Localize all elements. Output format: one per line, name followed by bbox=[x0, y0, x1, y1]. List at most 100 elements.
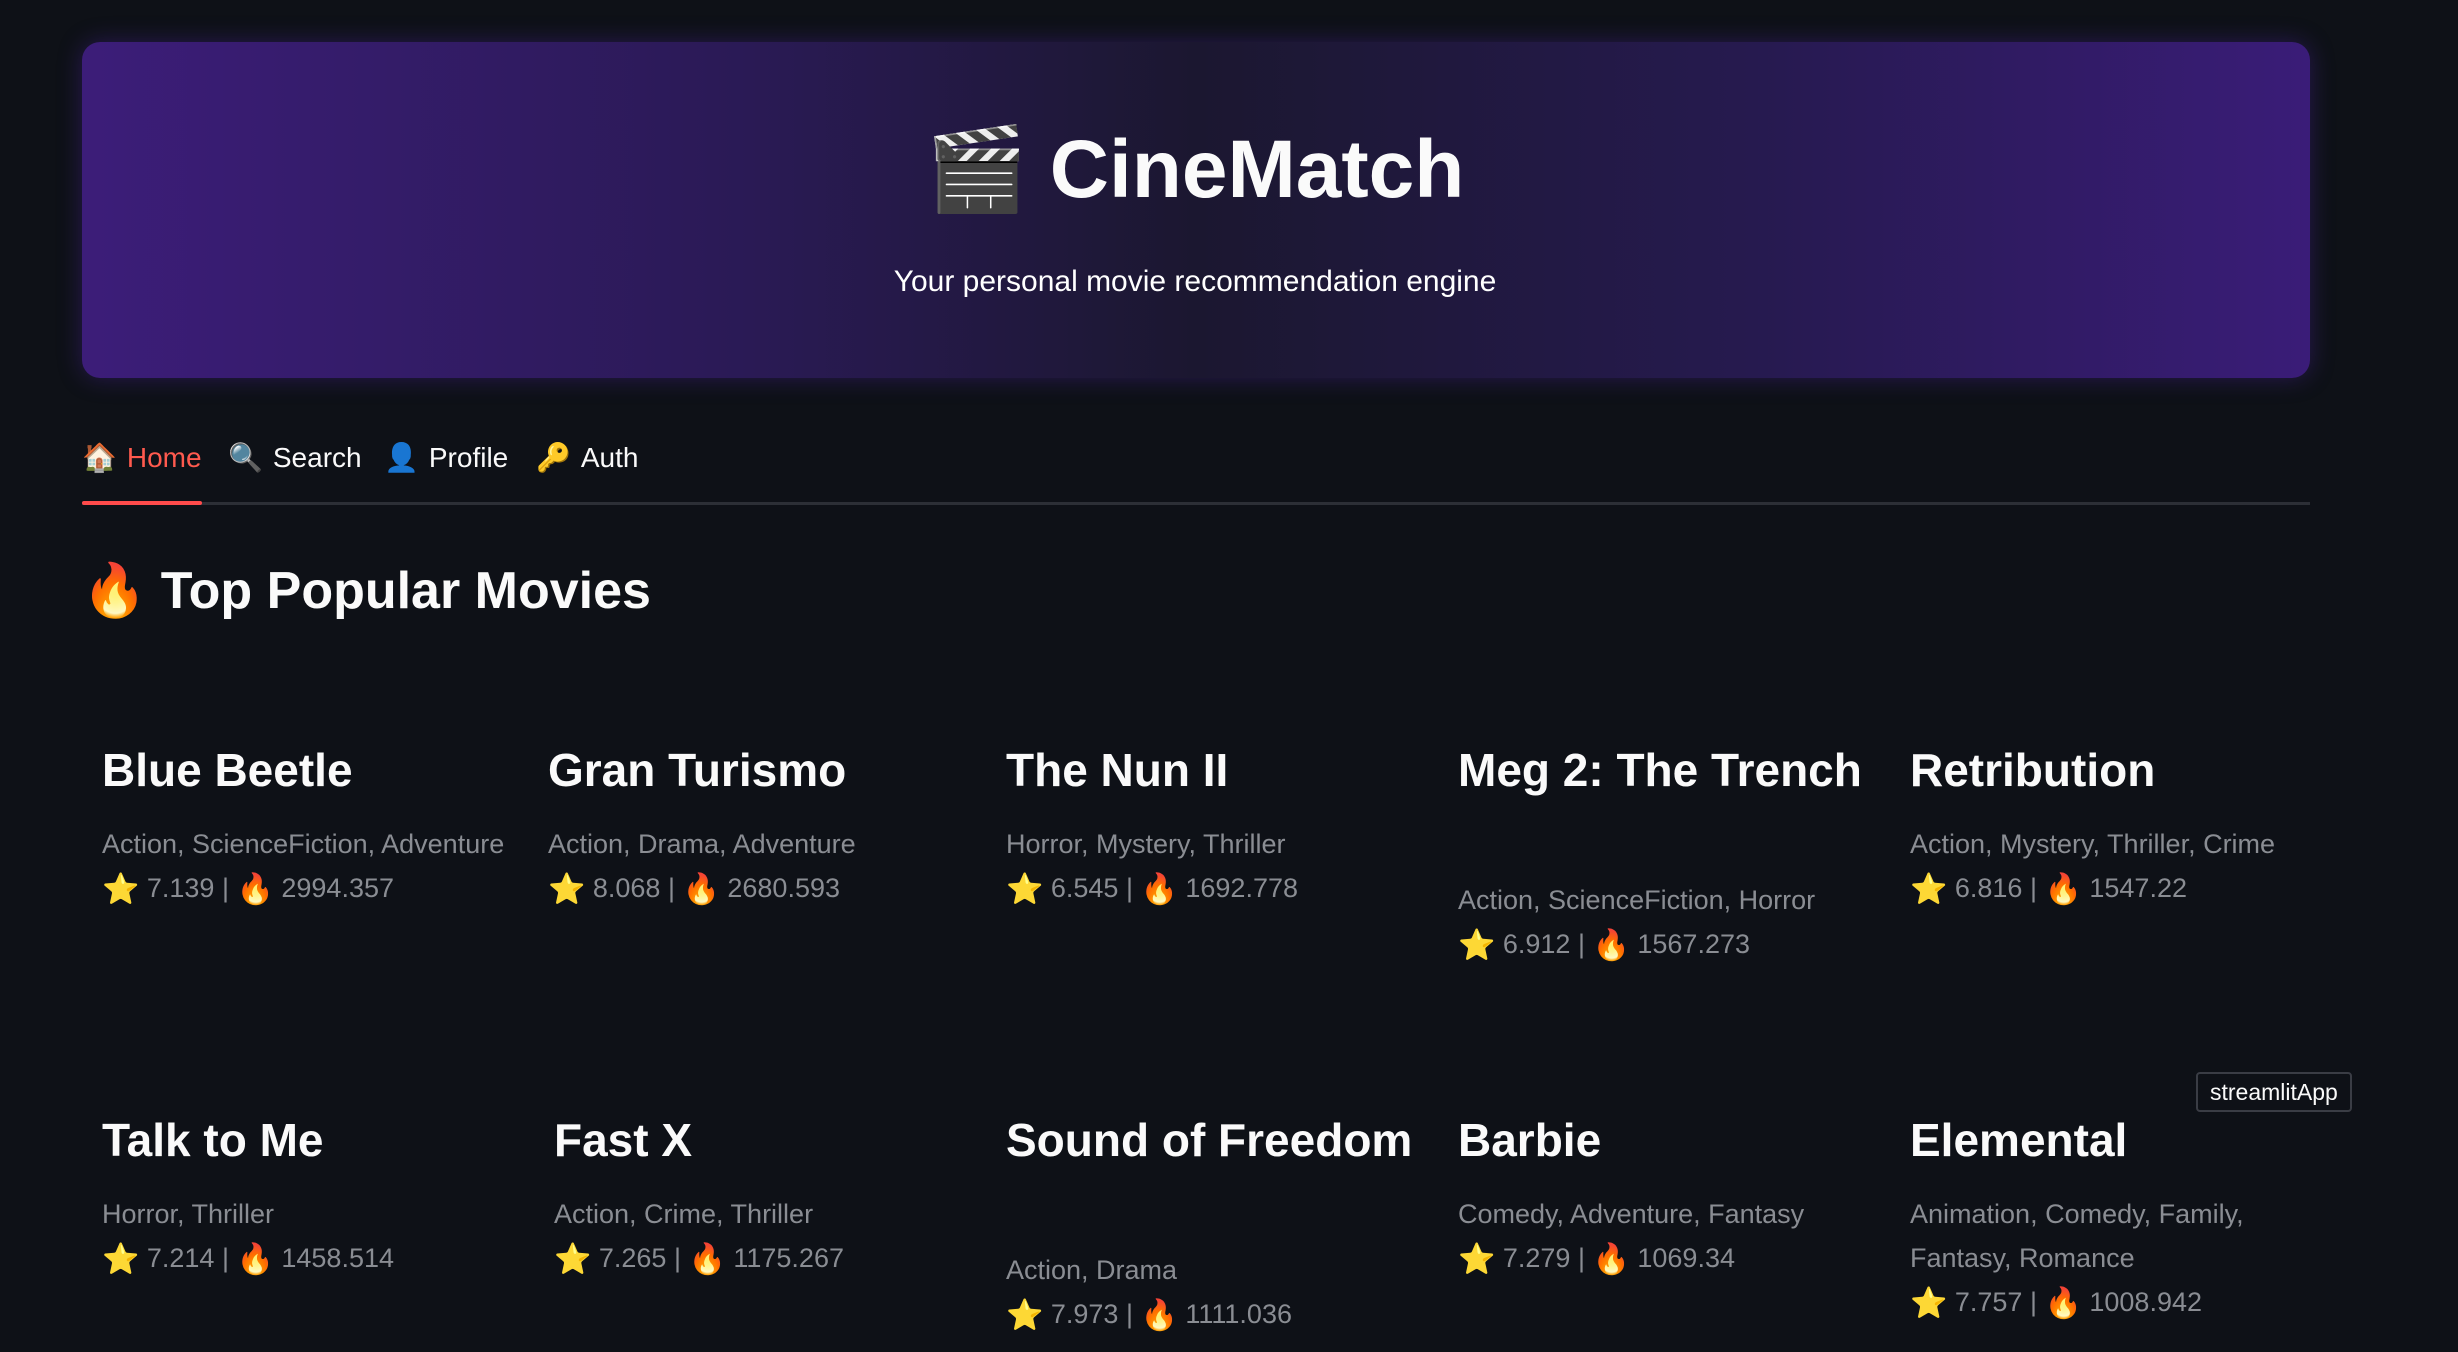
movie-info: Animation, Comedy, Family, Fantasy, Roma… bbox=[1910, 1192, 2330, 1326]
clapperboard-icon: 🎬 bbox=[925, 124, 1028, 215]
fire-icon: 🔥 bbox=[1140, 1299, 1178, 1332]
stat-separator: | bbox=[2029, 873, 2037, 903]
fire-icon: 🔥 bbox=[1592, 1243, 1630, 1276]
movie-popularity: 1175.267 bbox=[733, 1243, 844, 1273]
section-title-text: Top Popular Movies bbox=[160, 562, 651, 620]
streamlit-app-tooltip: streamlitApp bbox=[2196, 1072, 2352, 1112]
star-icon: ⭐ bbox=[102, 873, 140, 906]
movie-stats: ⭐ 7.214 | 🔥 1458.514 bbox=[102, 1236, 522, 1282]
user-icon: 👤 bbox=[384, 442, 419, 473]
fire-icon: 🔥 bbox=[2044, 873, 2082, 906]
fire-icon: 🔥 bbox=[1140, 873, 1178, 906]
stat-separator: | bbox=[221, 1243, 229, 1273]
movie-popularity: 1008.942 bbox=[2089, 1287, 2202, 1317]
movie-popularity: 1111.036 bbox=[1185, 1299, 1292, 1329]
movie-genres: Action, Drama bbox=[1006, 1255, 1178, 1285]
movie-card: Barbie Comedy, Adventure, Fantasy ⭐ 7.27… bbox=[1458, 1112, 1878, 1282]
movie-card: Gran Turismo Action, Drama, Adventure ⭐ … bbox=[548, 742, 968, 912]
movie-title: Meg 2: The Trench bbox=[1458, 744, 1862, 796]
movie-card: Retribution Action, Mystery, Thriller, C… bbox=[1910, 742, 2330, 912]
movie-card: Fast X Action, Crime, Thriller ⭐ 7.265 |… bbox=[554, 1112, 974, 1282]
movie-rating: 7.757 bbox=[1954, 1287, 2023, 1317]
movie-rating: 7.214 bbox=[146, 1243, 215, 1273]
movie-title: Gran Turismo bbox=[548, 744, 847, 796]
movie-popularity: 1567.273 bbox=[1637, 929, 1750, 959]
movie-genres: Action, Crime, Thriller bbox=[554, 1199, 814, 1229]
star-icon: ⭐ bbox=[1006, 1299, 1044, 1332]
fire-icon: 🔥 bbox=[1592, 929, 1630, 962]
movie-title: Elemental bbox=[1910, 1114, 2128, 1166]
movie-rating: 8.068 bbox=[592, 873, 661, 903]
stat-separator: | bbox=[1125, 873, 1133, 903]
movie-card: Talk to Me Horror, Thriller ⭐ 7.214 | 🔥 … bbox=[102, 1112, 522, 1282]
movie-info: Horror, Mystery, Thriller ⭐ 6.545 | 🔥 16… bbox=[1006, 822, 1426, 912]
tab-auth[interactable]: 🔑 Auth bbox=[536, 430, 638, 502]
movie-rating: 7.973 bbox=[1050, 1299, 1119, 1329]
movie-stats: ⭐ 7.973 | 🔥 1111.036 bbox=[1006, 1292, 1426, 1338]
movie-card: Elemental Animation, Comedy, Family, Fan… bbox=[1910, 1112, 2330, 1326]
stat-separator: | bbox=[673, 1243, 681, 1273]
movie-popularity: 1069.34 bbox=[1637, 1243, 1735, 1273]
movie-card: The Nun II Horror, Mystery, Thriller ⭐ 6… bbox=[1006, 742, 1426, 912]
app-title: 🎬 CineMatch bbox=[0, 120, 2390, 220]
star-icon: ⭐ bbox=[102, 1243, 140, 1276]
section-title: 🔥 Top Popular Movies bbox=[82, 556, 651, 626]
fire-icon: 🔥 bbox=[2044, 1287, 2082, 1320]
movie-popularity: 1692.778 bbox=[1185, 873, 1298, 903]
tab-profile[interactable]: 👤 Profile bbox=[384, 430, 508, 502]
movie-genres: Animation, Comedy, Family, Fantasy, Roma… bbox=[1910, 1199, 2244, 1273]
movie-stats: ⭐ 6.816 | 🔥 1547.22 bbox=[1910, 866, 2330, 912]
movie-info: Action, Drama ⭐ 7.973 | 🔥 1111.036 bbox=[1006, 1248, 1426, 1338]
fire-icon: 🔥 bbox=[236, 873, 274, 906]
magnifier-icon: 🔍 bbox=[228, 442, 263, 473]
movie-rating: 6.912 bbox=[1502, 929, 1571, 959]
movie-rating: 6.816 bbox=[1954, 873, 2023, 903]
movie-rating: 7.265 bbox=[598, 1243, 667, 1273]
star-icon: ⭐ bbox=[1006, 873, 1044, 906]
movie-info: Action, Crime, Thriller ⭐ 7.265 | 🔥 1175… bbox=[554, 1192, 974, 1282]
movie-info: Action, ScienceFiction, Adventure ⭐ 7.13… bbox=[102, 822, 522, 912]
movie-info: Action, ScienceFiction, Horror ⭐ 6.912 |… bbox=[1458, 878, 1878, 968]
stat-separator: | bbox=[667, 873, 675, 903]
movie-title: Sound of Freedom bbox=[1006, 1114, 1413, 1166]
movie-info: Comedy, Adventure, Fantasy ⭐ 7.279 | 🔥 1… bbox=[1458, 1192, 1878, 1282]
tab-search[interactable]: 🔍 Search bbox=[228, 430, 362, 502]
tab-bar: 🏠 Home 🔍 Search 👤 Profile 🔑 Auth bbox=[82, 430, 2310, 505]
movie-stats: ⭐ 8.068 | 🔥 2680.593 bbox=[548, 866, 968, 912]
star-icon: ⭐ bbox=[1458, 1243, 1496, 1276]
fire-icon: 🔥 bbox=[682, 873, 720, 906]
movie-rating: 7.279 bbox=[1502, 1243, 1571, 1273]
tab-auth-label: Auth bbox=[580, 442, 639, 473]
movie-info: Horror, Thriller ⭐ 7.214 | 🔥 1458.514 bbox=[102, 1192, 522, 1282]
house-icon: 🏠 bbox=[82, 442, 117, 473]
movie-rating: 6.545 bbox=[1050, 873, 1119, 903]
tab-home[interactable]: 🏠 Home bbox=[82, 430, 202, 505]
tab-search-label: Search bbox=[272, 442, 362, 473]
movie-title: Blue Beetle bbox=[102, 744, 353, 796]
stat-separator: | bbox=[1577, 1243, 1585, 1273]
fire-icon: 🔥 bbox=[236, 1243, 274, 1276]
movie-stats: ⭐ 7.279 | 🔥 1069.34 bbox=[1458, 1236, 1878, 1282]
app-subtitle: Your personal movie recommendation engin… bbox=[893, 265, 1497, 298]
movie-popularity: 2680.593 bbox=[727, 873, 840, 903]
movie-genres: Action, ScienceFiction, Horror bbox=[1458, 885, 1816, 915]
movie-genres: Horror, Thriller bbox=[102, 1199, 275, 1229]
movie-title: Fast X bbox=[554, 1114, 693, 1166]
movie-genres: Horror, Mystery, Thriller bbox=[1006, 829, 1286, 859]
movie-stats: ⭐ 7.265 | 🔥 1175.267 bbox=[554, 1236, 974, 1282]
key-icon: 🔑 bbox=[536, 442, 571, 473]
star-icon: ⭐ bbox=[1910, 1287, 1948, 1320]
movie-rating: 7.139 bbox=[146, 873, 215, 903]
movie-info: Action, Drama, Adventure ⭐ 8.068 | 🔥 268… bbox=[548, 822, 968, 912]
movie-card: Meg 2: The Trench Action, ScienceFiction… bbox=[1458, 742, 1878, 968]
app-title-text: CineMatch bbox=[1049, 124, 1465, 215]
movie-card: Sound of Freedom Action, Drama ⭐ 7.973 |… bbox=[1006, 1112, 1426, 1338]
stat-separator: | bbox=[1125, 1299, 1133, 1329]
stat-separator: | bbox=[2029, 1287, 2037, 1317]
movie-title: Barbie bbox=[1458, 1114, 1602, 1166]
star-icon: ⭐ bbox=[554, 1243, 592, 1276]
movie-genres: Action, Drama, Adventure bbox=[548, 829, 856, 859]
tab-home-label: Home bbox=[126, 442, 202, 473]
stat-separator: | bbox=[221, 873, 229, 903]
fire-icon: 🔥 bbox=[82, 562, 147, 620]
